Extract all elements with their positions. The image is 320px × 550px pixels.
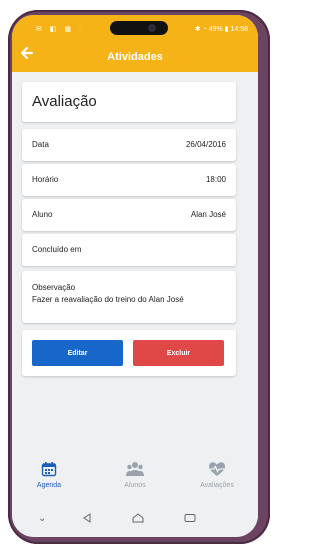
nav-back-icon[interactable] — [82, 513, 92, 526]
field-value: Alan José — [190, 210, 226, 219]
observation-label: Observação — [32, 283, 76, 292]
camera-icon — [148, 24, 156, 32]
activity-title-card: Avaliação — [22, 82, 236, 122]
status-bar: ✉ ◧ ▦ · ✱ ◔ 49% ▮ 14:58 — [12, 15, 258, 43]
heartbeat-icon — [182, 461, 252, 477]
tab-label: Avaliações — [200, 482, 234, 489]
status-icons-left: ✉ ◧ ▦ · — [36, 26, 85, 33]
keyboard-hide-icon[interactable]: ⌄ — [38, 513, 46, 524]
field-value: 26/04/2016 — [185, 140, 226, 149]
field-row-concluido: Concluído em — [22, 234, 236, 266]
page-title: Atividades — [107, 51, 163, 63]
calendar-icon — [14, 461, 84, 477]
edit-button[interactable]: Editar — [32, 340, 123, 366]
tab-label: Alunos — [124, 482, 146, 489]
users-icon — [100, 461, 170, 477]
system-nav-bar: ⌄ — [12, 505, 258, 537]
observation-text: Fazer a reavaliação do treino do Alan Jo… — [32, 295, 184, 304]
actions-card: Editar Excluir — [22, 330, 236, 376]
activity-title: Avaliação — [32, 93, 97, 110]
field-label: Horário — [32, 175, 59, 184]
field-value: 18:00 — [205, 175, 226, 184]
field-row-aluno: Aluno Alan José — [22, 199, 236, 231]
camera-notch — [110, 21, 168, 35]
nav-recents-icon[interactable] — [184, 513, 196, 526]
tab-agenda[interactable]: Agenda — [14, 461, 84, 489]
tab-alunos[interactable]: Alunos — [100, 461, 170, 489]
screen: ✉ ◧ ▦ · ✱ ◔ 49% ▮ 14:58 Atividades Avali… — [12, 15, 258, 537]
field-label: Aluno — [32, 210, 53, 219]
status-icons-right: ✱ ◔ 49% ▮ 14:58 — [194, 26, 248, 33]
nav-home-icon[interactable] — [132, 513, 144, 526]
app-bar: Atividades — [12, 43, 258, 72]
tab-label: Agenda — [36, 482, 62, 489]
observation-card: Observação Fazer a reavaliação do treino… — [22, 271, 236, 323]
tab-avaliacoes[interactable]: Avaliações — [182, 461, 252, 489]
field-row-data: Data 26/04/2016 — [22, 129, 236, 161]
delete-button[interactable]: Excluir — [133, 340, 224, 366]
field-label: Data — [32, 140, 49, 149]
field-label: Concluído em — [32, 245, 82, 254]
bottom-tab-bar: Agenda Alunos Avaliações — [12, 455, 258, 505]
field-row-horario: Horário 18:00 — [22, 164, 236, 196]
